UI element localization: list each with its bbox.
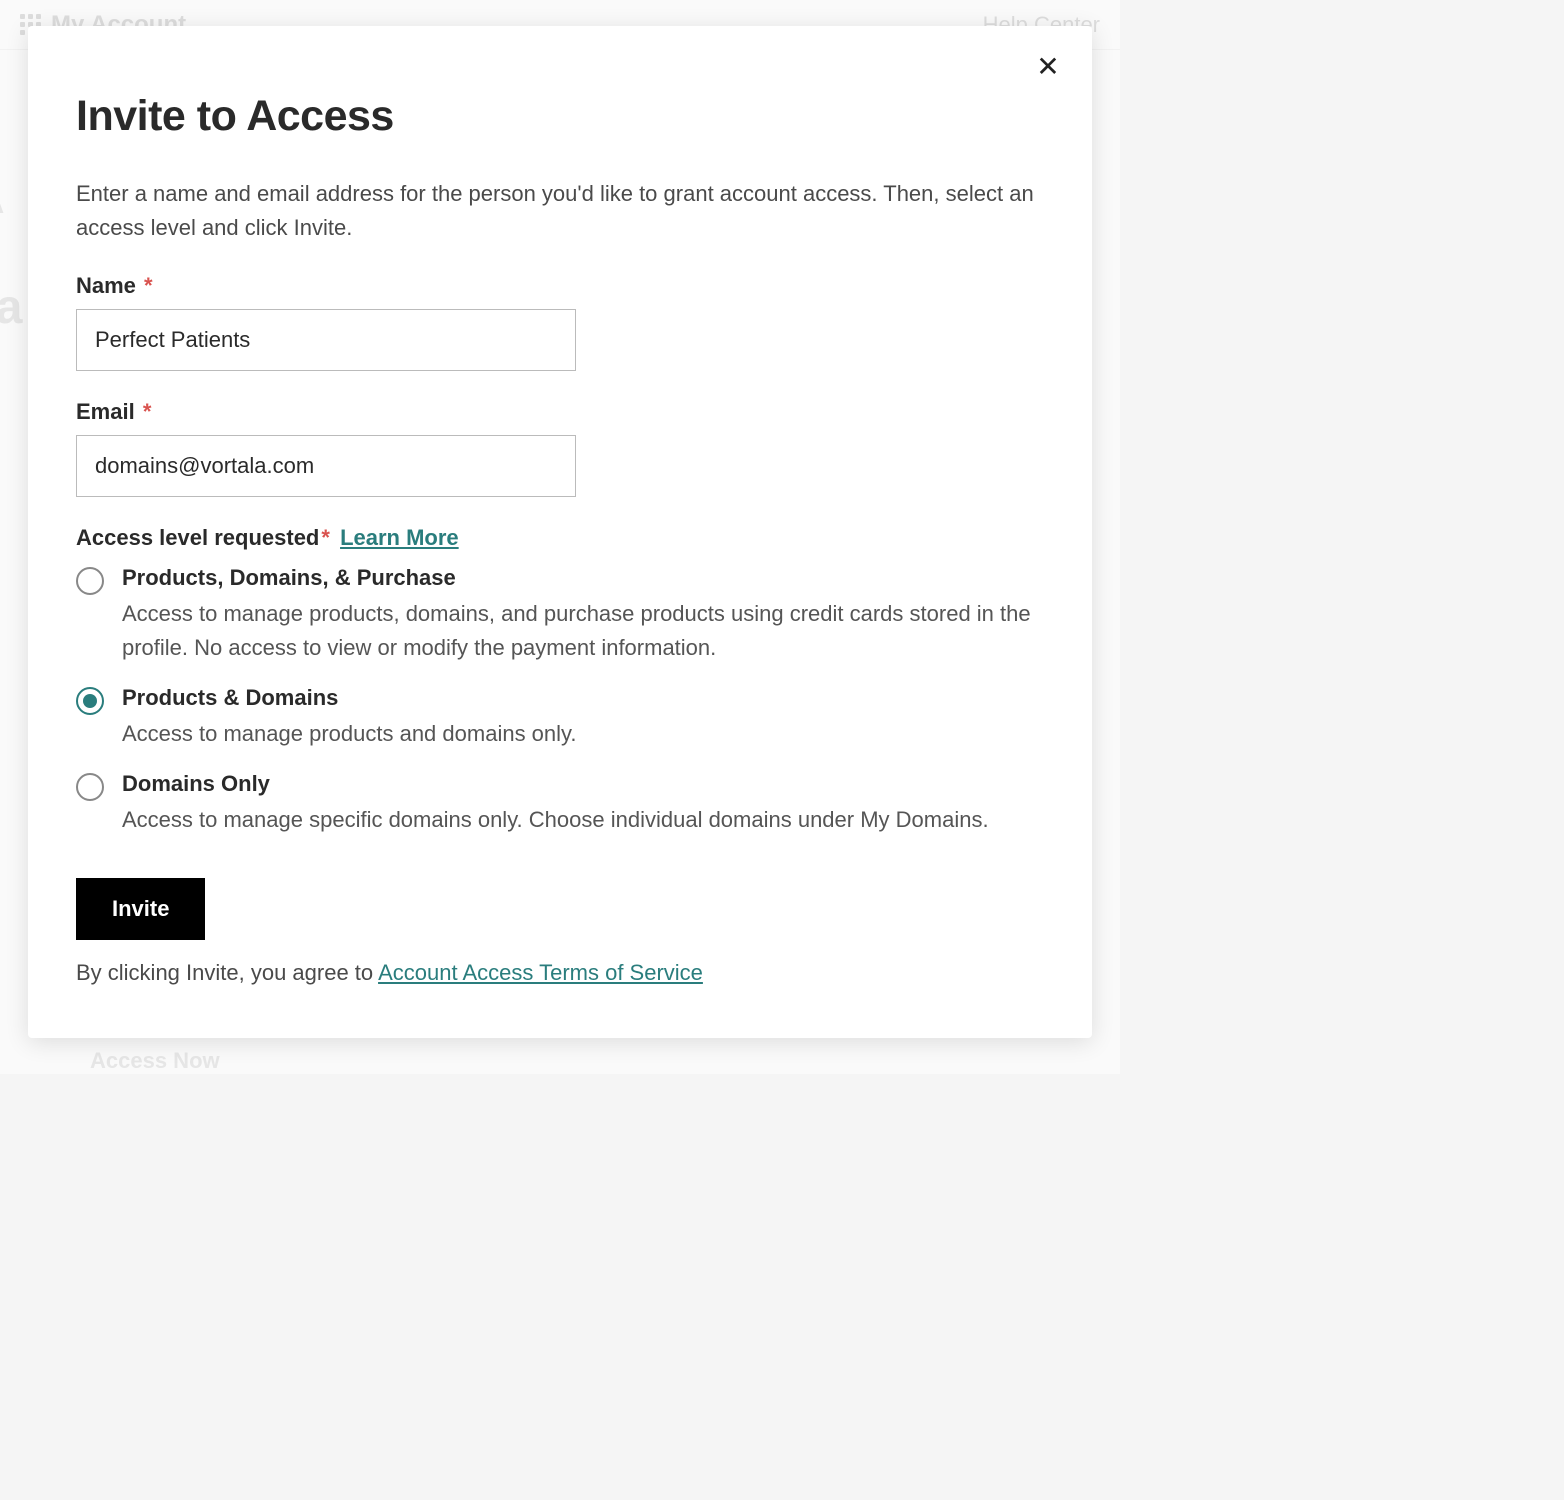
name-input[interactable] — [76, 309, 576, 371]
close-button[interactable]: ✕ — [1030, 48, 1066, 84]
radio-option-products-domains[interactable]: Products & Domains Access to manage prod… — [76, 685, 1044, 751]
required-asterisk: * — [143, 399, 152, 424]
required-asterisk: * — [321, 525, 330, 550]
radio-option-domains-only[interactable]: Domains Only Access to manage specific d… — [76, 771, 1044, 837]
terms-link[interactable]: Account Access Terms of Service — [378, 960, 703, 985]
modal-description: Enter a name and email address for the p… — [76, 177, 1044, 245]
required-asterisk: * — [144, 273, 153, 298]
radio-title: Products, Domains, & Purchase — [122, 565, 1044, 591]
close-icon: ✕ — [1036, 50, 1059, 83]
radio-content: Domains Only Access to manage specific d… — [122, 771, 1044, 837]
name-label-text: Name — [76, 273, 136, 298]
radio-description: Access to manage products, domains, and … — [122, 597, 1044, 665]
modal-title: Invite to Access — [76, 92, 1044, 141]
learn-more-link[interactable]: Learn More — [340, 525, 459, 550]
email-label-text: Email — [76, 399, 135, 424]
radio-description: Access to manage specific domains only. … — [122, 803, 1044, 837]
invite-button[interactable]: Invite — [76, 878, 205, 940]
terms-prefix: By clicking Invite, you agree to — [76, 960, 378, 985]
email-input[interactable] — [76, 435, 576, 497]
radio-title: Domains Only — [122, 771, 1044, 797]
invite-modal: ✕ Invite to Access Enter a name and emai… — [28, 26, 1092, 1038]
radio-button[interactable] — [76, 773, 104, 801]
name-label: Name * — [76, 273, 1044, 299]
email-label: Email * — [76, 399, 1044, 425]
radio-content: Products & Domains Access to manage prod… — [122, 685, 1044, 751]
email-field-group: Email * — [76, 399, 1044, 497]
radio-title: Products & Domains — [122, 685, 1044, 711]
access-level-radio-group: Products, Domains, & Purchase Access to … — [76, 565, 1044, 837]
radio-button[interactable] — [76, 567, 104, 595]
name-field-group: Name * — [76, 273, 1044, 371]
access-level-label-row: Access level requested* Learn More — [76, 525, 1044, 551]
terms-text: By clicking Invite, you agree to Account… — [76, 960, 1044, 986]
radio-description: Access to manage products and domains on… — [122, 717, 1044, 751]
radio-button[interactable] — [76, 687, 104, 715]
radio-option-products-domains-purchase[interactable]: Products, Domains, & Purchase Access to … — [76, 565, 1044, 665]
radio-content: Products, Domains, & Purchase Access to … — [122, 565, 1044, 665]
access-level-label: Access level requested — [76, 525, 319, 550]
